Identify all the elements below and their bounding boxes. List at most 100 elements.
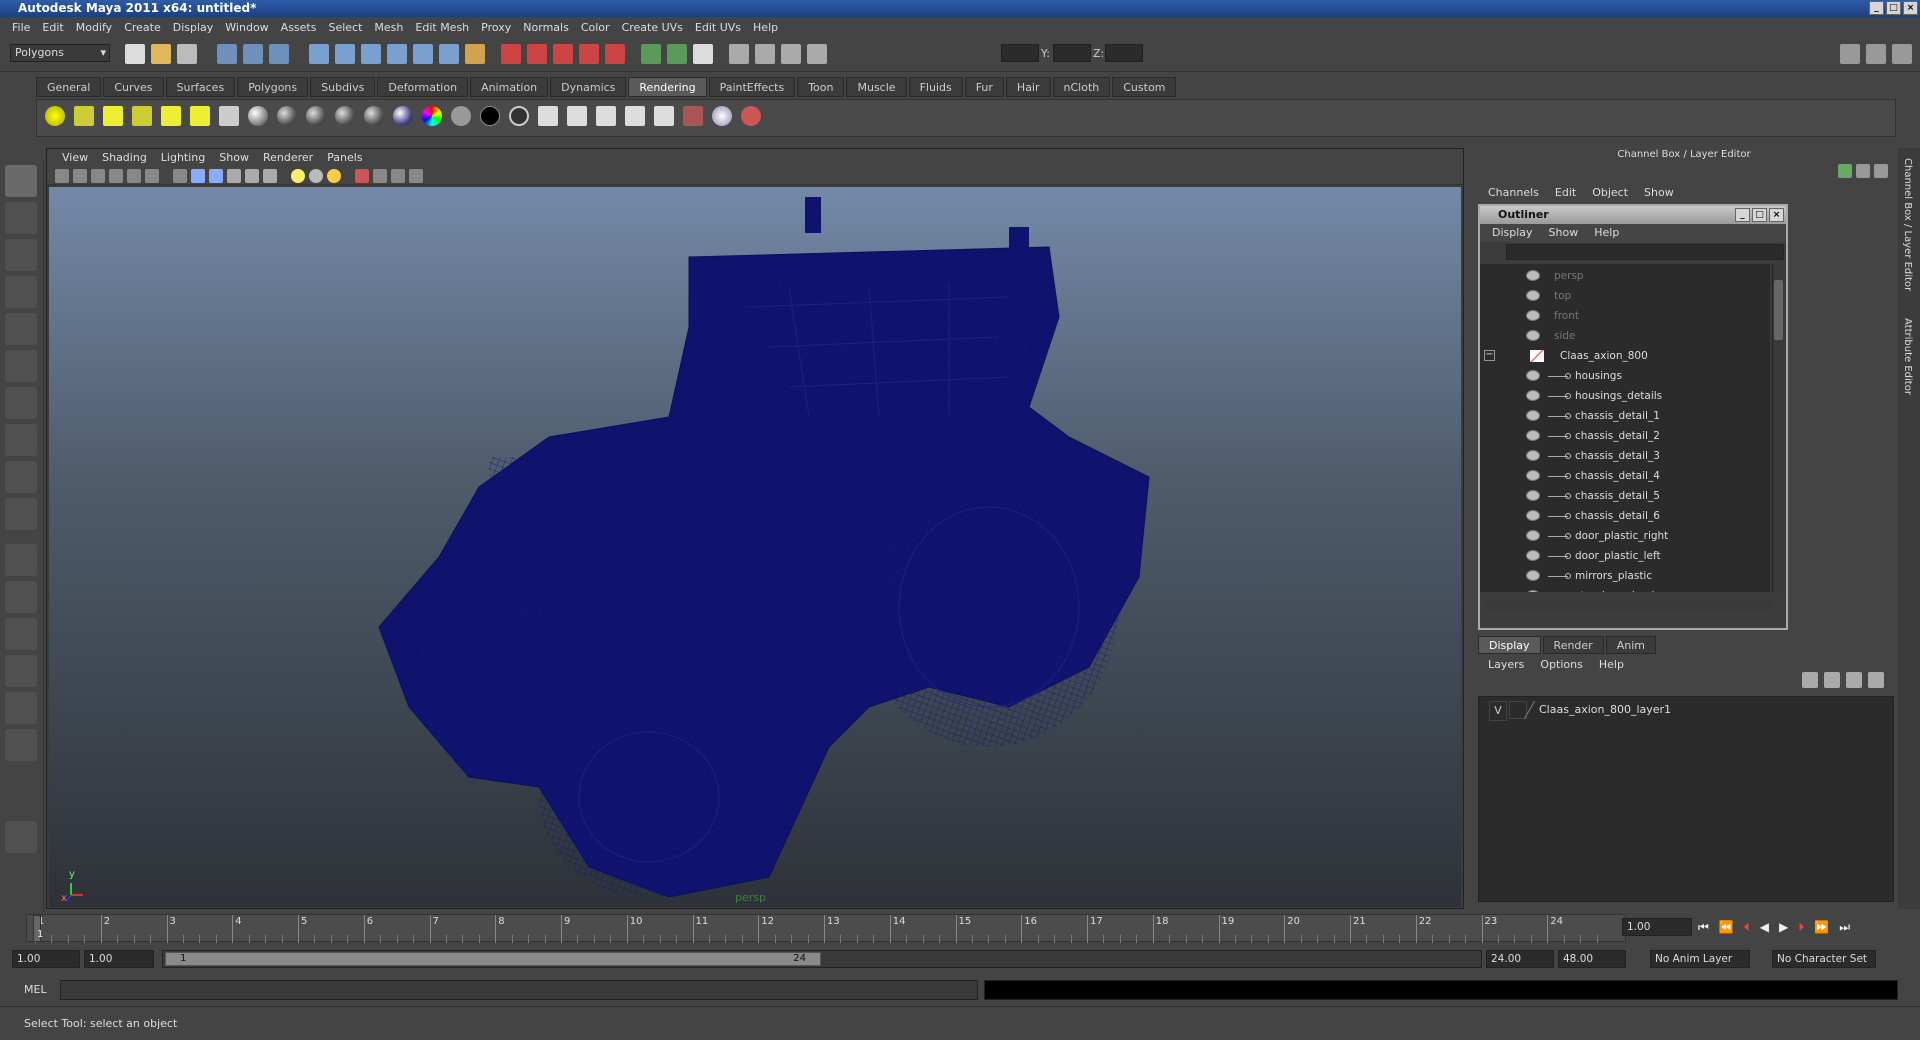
- animation-end-field[interactable]: 48.00: [1558, 950, 1626, 968]
- menu-assets[interactable]: Assets: [275, 21, 323, 34]
- shelf-tab-fluids[interactable]: Fluids: [908, 77, 963, 97]
- outliner-item-chassis-detail-5[interactable]: chassis_detail_5: [1480, 486, 1770, 506]
- step-back-icon[interactable]: ⏪: [1719, 920, 1734, 935]
- outliner-menu-show[interactable]: Show: [1541, 224, 1587, 242]
- layer-menu-options[interactable]: Options: [1532, 658, 1590, 671]
- outliner-item-top[interactable]: top: [1480, 286, 1770, 306]
- save-scene-icon[interactable]: [177, 44, 197, 64]
- shelf-tab-surfaces[interactable]: Surfaces: [165, 77, 236, 97]
- time-ruler[interactable]: 1 2 3 4 5 6 7 8 9 10 11 12 13 14 15 16 17 18 19 20 21 22 23 24 1: [26, 914, 1626, 943]
- new-layer-icon[interactable]: [1802, 672, 1818, 688]
- point-light-icon[interactable]: [103, 106, 123, 126]
- channel-box-side-tab[interactable]: Channel Box / Layer Editor: [1902, 158, 1913, 291]
- render-settings-shelf-icon[interactable]: [625, 106, 645, 126]
- set-uv-icon[interactable]: [781, 44, 801, 64]
- layer-menu-layers[interactable]: Layers: [1480, 658, 1532, 671]
- shelf-tab-polygons[interactable]: Polygons: [237, 77, 309, 97]
- use-background-icon[interactable]: [480, 106, 500, 126]
- viewport-menu-shading[interactable]: Shading: [95, 149, 154, 167]
- layer-tab-display[interactable]: Display: [1478, 636, 1541, 654]
- outliner-item-steering-wheel[interactable]: steering_wheel: [1480, 586, 1770, 592]
- menu-proxy[interactable]: Proxy: [475, 21, 517, 34]
- outliner-item-side[interactable]: side: [1480, 326, 1770, 346]
- show-manipulator-icon[interactable]: [5, 461, 37, 493]
- go-to-end-icon[interactable]: ⏭: [1839, 920, 1850, 935]
- snap-plane-icon[interactable]: [387, 44, 407, 64]
- select-component-icon[interactable]: [269, 44, 289, 64]
- outliner-item-housings-details[interactable]: housings_details: [1480, 386, 1770, 406]
- outliner-item-chassis-detail-6[interactable]: chassis_detail_6: [1480, 506, 1770, 526]
- set-object-icon[interactable]: [729, 44, 749, 64]
- layer-visibility-toggle[interactable]: V: [1489, 701, 1507, 721]
- image-plane-icon[interactable]: [109, 169, 123, 183]
- shelf-tab-curves[interactable]: Curves: [103, 77, 164, 97]
- menu-edit-mesh[interactable]: Edit Mesh: [409, 21, 475, 34]
- go-to-start-icon[interactable]: ⏮: [1698, 920, 1709, 935]
- input-ops-icon[interactable]: [501, 44, 521, 64]
- shelf-tab-general[interactable]: General: [36, 77, 102, 97]
- shelf-tab-muscle[interactable]: Muscle: [846, 77, 907, 97]
- step-forward-key-icon[interactable]: ⏵: [1798, 920, 1804, 935]
- menu-help[interactable]: Help: [747, 21, 784, 34]
- select-tool-icon[interactable]: [5, 165, 37, 197]
- use-lights-icon[interactable]: [291, 169, 305, 183]
- default-material-icon[interactable]: [245, 169, 259, 183]
- shelf-tab-rendering[interactable]: Rendering: [628, 77, 707, 97]
- hypershade-layout-icon[interactable]: [5, 692, 37, 724]
- menu-window[interactable]: Window: [219, 21, 274, 34]
- spot-light-icon[interactable]: [132, 106, 152, 126]
- step-back-key-icon[interactable]: ⏴: [1744, 920, 1750, 935]
- z-field[interactable]: [1105, 44, 1143, 62]
- area-light-icon[interactable]: [161, 106, 181, 126]
- move-layer-down-icon[interactable]: [1868, 672, 1884, 688]
- help-icon[interactable]: [439, 44, 459, 64]
- four-view-layout-icon[interactable]: [5, 581, 37, 613]
- outliner-item-housings[interactable]: housings: [1480, 366, 1770, 386]
- blinn-shader-icon[interactable]: [277, 106, 297, 126]
- outliner-menu-display[interactable]: Display: [1484, 224, 1541, 242]
- y-field[interactable]: [1053, 44, 1091, 62]
- shelf-tab-custom[interactable]: Custom: [1112, 77, 1177, 97]
- phong-e-shader-icon[interactable]: [364, 106, 384, 126]
- paint-brush-icon[interactable]: [741, 106, 761, 126]
- channel-box-menu-channels[interactable]: Channels: [1480, 186, 1547, 202]
- range-handle[interactable]: 1 24: [165, 952, 821, 966]
- quick-layout-icon[interactable]: [5, 821, 37, 853]
- shelf-tab-animation[interactable]: Animation: [470, 77, 549, 97]
- render-icon[interactable]: [538, 106, 558, 126]
- menu-mesh[interactable]: Mesh: [368, 21, 409, 34]
- playback-end-field[interactable]: 24.00: [1486, 950, 1554, 968]
- layers-icon[interactable]: [1856, 164, 1870, 178]
- sphere-shader-icon[interactable]: [248, 106, 268, 126]
- toggle-attribute-editor-icon[interactable]: [1840, 44, 1860, 64]
- outliner-filter-field[interactable]: [1506, 244, 1784, 260]
- shadows-icon[interactable]: [309, 169, 323, 183]
- minimize-button[interactable]: _: [1869, 1, 1884, 15]
- wireframe-icon[interactable]: [173, 169, 187, 183]
- toggle-channel-box-icon[interactable]: [1892, 44, 1912, 64]
- outliner-scroll-thumb[interactable]: [1774, 280, 1783, 340]
- shelf-tab-fur[interactable]: Fur: [964, 77, 1004, 97]
- outliner-horizontal-scrollbar[interactable]: [1484, 598, 1774, 612]
- command-input[interactable]: [60, 980, 978, 1000]
- make-live-icon[interactable]: [413, 44, 433, 64]
- menu-modify[interactable]: Modify: [70, 21, 118, 34]
- output-ops-icon[interactable]: [527, 44, 547, 64]
- render-region-icon[interactable]: [683, 106, 703, 126]
- snap-curve-icon[interactable]: [335, 44, 355, 64]
- anisotropic-shader-icon[interactable]: [393, 106, 413, 126]
- phong-shader-icon[interactable]: [335, 106, 355, 126]
- viewport-menu-panels[interactable]: Panels: [320, 149, 369, 167]
- x-field[interactable]: [1001, 44, 1039, 62]
- outliner-minimize-button[interactable]: _: [1735, 208, 1750, 222]
- outliner-vertical-scrollbar[interactable]: [1772, 264, 1784, 592]
- render-settings-icon[interactable]: [641, 44, 661, 64]
- lasso-tool-icon[interactable]: [5, 202, 37, 234]
- open-scene-icon[interactable]: [151, 44, 171, 64]
- menu-edit[interactable]: Edit: [36, 21, 69, 34]
- hypershade-icon[interactable]: [667, 44, 687, 64]
- step-forward-icon[interactable]: ⏩: [1814, 920, 1829, 935]
- directional-light-icon[interactable]: [74, 106, 94, 126]
- layered-shader-icon[interactable]: [509, 106, 529, 126]
- outliner-item-door-plastic-left[interactable]: door_plastic_left: [1480, 546, 1770, 566]
